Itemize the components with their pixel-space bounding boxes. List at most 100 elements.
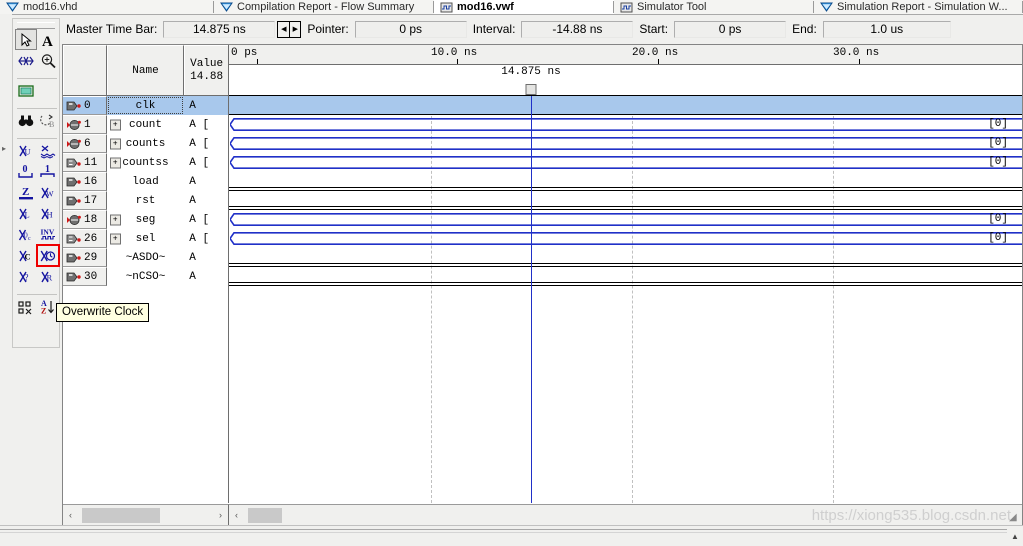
scroll-track-left[interactable] <box>78 507 213 523</box>
toolbar-button-random-value[interactable]: ? <box>15 266 37 287</box>
signal-name-cell[interactable]: ~ASDO~ <box>106 248 185 267</box>
signal-name: rst <box>135 194 156 207</box>
master-time-spinner[interactable]: ◀ ▶ <box>277 20 302 38</box>
document-tab-strip: mod16.vhd Compilation Report - Flow Summa… <box>0 0 1023 15</box>
signal-name-cell[interactable]: + countss <box>106 153 185 172</box>
column-header-value[interactable]: Value 14.88 <box>184 45 228 95</box>
document-tab-0[interactable]: mod16.vhd <box>0 0 214 14</box>
toolbar-button-grouping[interactable] <box>15 296 37 317</box>
signal-name: count <box>128 118 162 131</box>
waveform-canvas[interactable]: [0] [0] [0] [0] [0] <box>229 96 1022 503</box>
toolbar-button-overwrite-clock[interactable] <box>36 244 60 267</box>
document-tab-3[interactable]: Simulator Tool <box>614 0 814 14</box>
document-tab-1[interactable]: Compilation Report - Flow Summary <box>214 0 434 14</box>
end-label: End: <box>792 22 817 36</box>
signal-node-number-cell[interactable]: 26 <box>63 229 107 248</box>
signal-name-cell[interactable]: + sel <box>106 229 185 248</box>
document-tab-2[interactable]: mod16.vwf <box>434 0 614 14</box>
end-value[interactable]: 1.0 us <box>822 20 951 38</box>
waveform-row[interactable]: [0] <box>229 229 1022 248</box>
toolbar-button-count-value[interactable]: C <box>15 245 37 266</box>
signal-node-number-cell[interactable]: 0 <box>63 96 107 115</box>
signal-node-number: 16 <box>84 175 98 188</box>
svg-text:?: ? <box>25 272 29 282</box>
page-watermark: https://xiong535.blog.csdn.net <box>811 507 1011 524</box>
expand-toggle-icon[interactable]: + <box>109 233 121 244</box>
svg-text:A: A <box>42 34 53 48</box>
column-header-name[interactable]: Name <box>106 45 185 95</box>
waveform-row[interactable]: [0] <box>229 134 1022 153</box>
signal-name-cell[interactable]: + counts <box>106 134 185 153</box>
signal-node-number-cell[interactable]: 17 <box>63 191 107 210</box>
scroll-up-button[interactable]: ▲ <box>1007 526 1023 546</box>
waveform-row[interactable] <box>229 191 1022 210</box>
master-time-bar-handle[interactable] <box>525 84 537 95</box>
signal-node-number-cell[interactable]: 11 <box>63 153 107 172</box>
scroll-thumb-right[interactable] <box>248 507 282 523</box>
signal-name-cell[interactable]: rst <box>106 191 185 210</box>
toolbar-button-dont-care[interactable]: 0c <box>15 224 37 245</box>
signal-name-cell[interactable]: ~nCSO~ <box>106 267 185 286</box>
toolbar-button-forcing-high[interactable]: 1 <box>37 161 59 182</box>
toolbar-button-weak-low[interactable]: L <box>15 203 37 224</box>
toolbar-button-weak-high[interactable]: H <box>37 203 59 224</box>
toolbar-button-forcing-unknown[interactable] <box>37 140 59 161</box>
signal-name-cell[interactable]: + count <box>106 115 185 134</box>
bus-waveform-shape <box>230 137 1022 150</box>
expand-toggle-icon[interactable]: + <box>109 157 121 168</box>
bus-value-label: [0] <box>988 232 1008 244</box>
svg-text:W: W <box>46 189 54 198</box>
waveform-file-icon <box>440 2 453 12</box>
waveform-row[interactable] <box>229 248 1022 267</box>
wave-scroll-left-button[interactable]: ‹ <box>229 506 244 525</box>
master-time-bar-marker-label: 14.875 ns <box>501 66 561 78</box>
signal-name-column: 0 clk A 1 + count A [6 + counts A [11 + countss A [1… <box>63 96 229 503</box>
waveform-row[interactable]: [0] <box>229 210 1022 229</box>
toolbar-button-undefined-value[interactable]: U <box>15 140 37 161</box>
signal-node-number-cell[interactable]: 16 <box>63 172 107 191</box>
toolbar-grip[interactable] <box>17 22 55 29</box>
toolbar-button-high-impedance[interactable]: Z <box>15 182 37 203</box>
toolbar-button-zoom-tool[interactable] <box>37 50 59 71</box>
signal-node-number-cell[interactable]: 6 <box>63 134 107 153</box>
signal-name-cell[interactable]: + seg <box>106 210 185 229</box>
bus-waveform-shape <box>230 213 1022 226</box>
toolbar-button-forcing-low[interactable]: 0 <box>15 161 37 182</box>
signal-node-number-cell[interactable]: 18 <box>63 210 107 229</box>
name-column-hscrollbar[interactable]: ‹ › <box>63 504 229 525</box>
expand-toggle-icon[interactable]: + <box>109 119 121 130</box>
scroll-left-button[interactable]: ‹ <box>63 506 78 525</box>
master-time-bar-value[interactable]: 14.875 ns <box>163 20 276 38</box>
expand-toggle-icon[interactable]: + <box>109 214 121 225</box>
time-ruler[interactable]: 0 ps 10.0 ns 20.0 ns 30.0 ns <box>229 45 1022 65</box>
signal-node-number-cell[interactable]: 1 <box>63 115 107 134</box>
signal-value-cell: A <box>184 191 228 210</box>
spinner-prev-button[interactable]: ◀ <box>277 20 290 38</box>
start-value[interactable]: 0 ps <box>674 20 787 38</box>
scroll-right-button[interactable]: › <box>213 506 228 525</box>
waveform-row[interactable] <box>229 172 1022 191</box>
waveform-row[interactable] <box>229 267 1022 286</box>
toolbar-button-invert[interactable]: INV <box>37 224 59 245</box>
toolbar-button-find[interactable] <box>15 110 37 131</box>
toolbar-button-replace[interactable]: B <box>37 110 59 131</box>
document-tab-4[interactable]: Simulation Report - Simulation W... <box>814 0 1023 14</box>
signal-name-cell[interactable]: load <box>106 172 185 191</box>
waveform-row[interactable]: [0] <box>229 115 1022 134</box>
toolbar-button-arbitrary-value[interactable]: R <box>37 266 59 287</box>
signal-node-number-cell[interactable]: 30 <box>63 267 107 286</box>
waveform-row[interactable]: [0] <box>229 153 1022 172</box>
toolbar-button-weak-unknown[interactable]: W <box>37 182 59 203</box>
master-time-bar-marker-zone[interactable]: 14.875 ns <box>229 65 1022 96</box>
toolbar-button-selection-tool[interactable] <box>15 29 37 50</box>
spinner-next-button[interactable]: ▶ <box>289 20 302 38</box>
scroll-thumb-left[interactable] <box>82 507 160 523</box>
toolbar-button-fit-in-window[interactable] <box>15 80 37 101</box>
signal-name-cell[interactable]: clk <box>106 96 185 115</box>
waveform-row[interactable] <box>229 96 1022 115</box>
signal-node-number-cell[interactable]: 29 <box>63 248 107 267</box>
toolbar-button-text-tool[interactable]: A <box>37 29 59 50</box>
input-pin-icon <box>66 272 81 281</box>
expand-toggle-icon[interactable]: + <box>109 138 121 149</box>
toolbar-button-waveform-editing-tool[interactable] <box>15 50 37 71</box>
